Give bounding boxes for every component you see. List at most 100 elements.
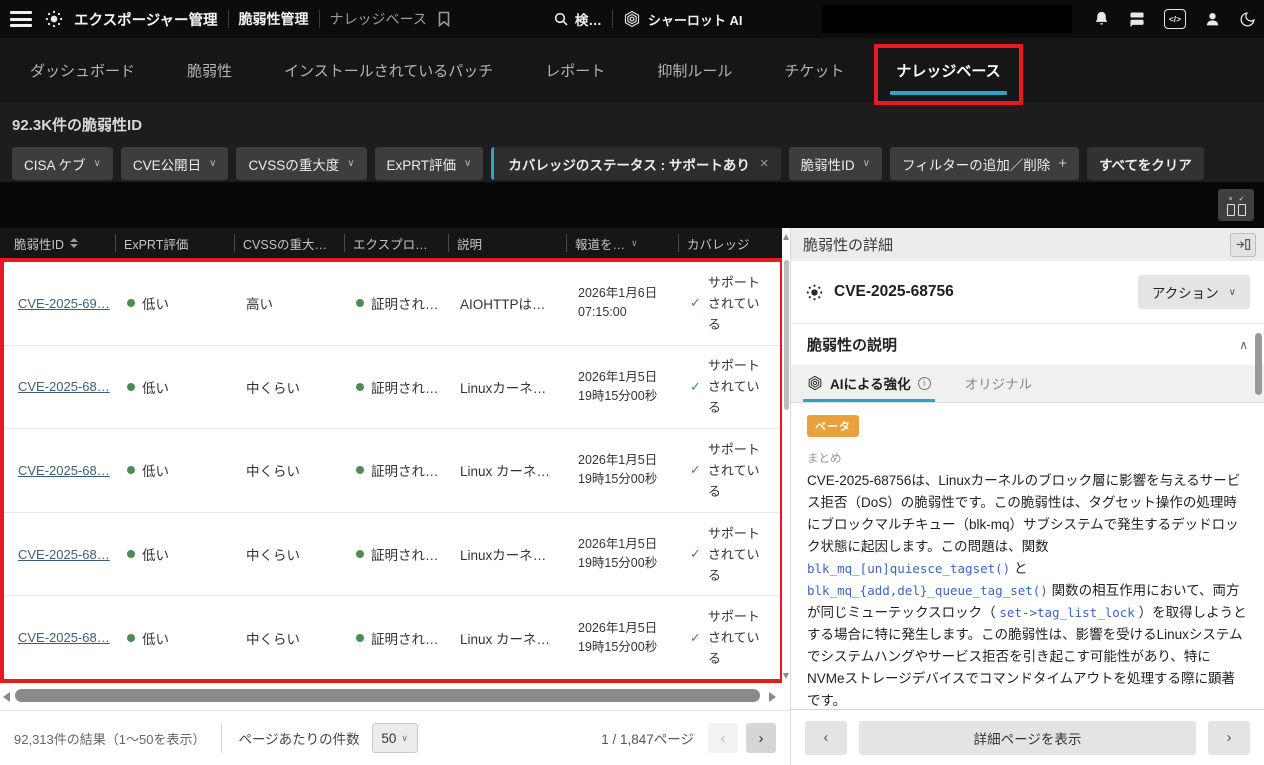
nav-vulnerability-management[interactable]: 脆弱性管理 bbox=[239, 9, 309, 29]
tab-item[interactable]: ダッシュボード bbox=[30, 60, 135, 81]
cve-link[interactable]: CVE-2025-68… bbox=[18, 630, 110, 645]
cve-id: CVE-2025-68756 bbox=[834, 283, 954, 301]
column-header-label: 説明 bbox=[457, 234, 482, 252]
table-row[interactable]: CVE-2025-68…低い中くらい証明され…Linux カーネ…2026年1月… bbox=[4, 596, 780, 679]
charlotte-ai-button[interactable]: シャーロット AI bbox=[623, 10, 743, 29]
tab-knowledge-base-active[interactable]: ナレッジベース bbox=[896, 60, 1000, 81]
table-row[interactable]: CVE-2025-69…低い高い証明され…AIOHTTPは…2026年1月6日0… bbox=[4, 262, 780, 346]
previous-page-button[interactable]: ‹ bbox=[708, 723, 738, 753]
coverage-cell: ✓サポートされている bbox=[682, 606, 780, 669]
per-page-select[interactable]: 50 ∨ bbox=[372, 723, 418, 753]
tab-ai-enhanced-label: AIによる強化 bbox=[830, 373, 911, 393]
exploit-status-value: 証明され… bbox=[371, 377, 439, 397]
filter-chip[interactable]: ExPRT評価∨ bbox=[375, 147, 484, 180]
actions-label: アクション bbox=[1152, 282, 1219, 302]
vertical-scroll-thumb[interactable] bbox=[784, 260, 789, 410]
column-header[interactable]: エクスプロ… bbox=[344, 234, 448, 252]
collapse-panel-icon[interactable] bbox=[1230, 233, 1256, 257]
cvss-severity-cell: 中くらい bbox=[238, 460, 348, 480]
filter-chip[interactable]: CISA ケブ∨ bbox=[12, 147, 113, 180]
table-row[interactable]: CVE-2025-68…低い中くらい証明され…Linuxカーネ…2026年1月5… bbox=[4, 513, 780, 597]
actions-button[interactable]: アクション ∨ bbox=[1138, 275, 1250, 309]
filter-chip[interactable]: CVE公開日∨ bbox=[121, 147, 229, 180]
status-dot-green bbox=[127, 466, 135, 474]
falcon-spotlight-icon bbox=[805, 283, 824, 302]
nav-knowledge-base[interactable]: ナレッジベース bbox=[330, 9, 427, 29]
cvss-severity-cell: 高い bbox=[238, 293, 348, 313]
filter-chip-label: ExPRT評価 bbox=[387, 154, 457, 174]
topbar-actions: </> bbox=[1093, 0, 1256, 38]
cve-link[interactable]: CVE-2025-68… bbox=[18, 379, 110, 394]
view-details-page-button[interactable]: 詳細ページを表示 bbox=[859, 721, 1196, 755]
tab-item[interactable]: 脆弱性 bbox=[187, 60, 232, 81]
description-section-title: 脆弱性の説明 bbox=[807, 334, 897, 355]
column-header[interactable]: 説明 bbox=[448, 234, 566, 252]
horizontal-scrollbar[interactable] bbox=[0, 683, 790, 710]
filter-chip[interactable]: CVSSの重大度∨ bbox=[236, 147, 366, 180]
table-row[interactable]: CVE-2025-68…低い中くらい証明され…Linux カーネ…2026年1月… bbox=[4, 429, 780, 513]
cve-link[interactable]: CVE-2025-69… bbox=[18, 296, 110, 311]
sort-icon[interactable] bbox=[70, 238, 78, 248]
column-header[interactable]: 脆弱性ID bbox=[0, 234, 115, 252]
column-settings-icon[interactable]: × ✓ bbox=[1218, 189, 1254, 221]
exprt-rating-value: 低い bbox=[142, 544, 169, 564]
scroll-left-icon[interactable] bbox=[3, 692, 10, 702]
tab-original[interactable]: オリジナル bbox=[965, 373, 1033, 402]
active-filter-label: カバレッジのステータス : サポートあり bbox=[508, 154, 750, 174]
check-icon: ✓ bbox=[690, 630, 701, 646]
clear-all-filters-button[interactable]: すべてをクリア bbox=[1087, 147, 1204, 180]
table-row[interactable]: CVE-2025-68…低い中くらい証明され…Linuxカーネ…2026年1月5… bbox=[4, 346, 780, 430]
global-search[interactable]: 検… bbox=[553, 9, 602, 29]
filter-chip-vuln-id[interactable]: 脆弱性ID∨ bbox=[789, 147, 882, 180]
coverage-value: サポートされている bbox=[708, 439, 763, 502]
exprt-rating-cell: 低い bbox=[119, 293, 238, 313]
chevron-down-icon: ∨ bbox=[401, 733, 408, 744]
cve-cell: CVE-2025-68… bbox=[4, 463, 119, 478]
tab-ai-enhanced[interactable]: AIによる強化 i bbox=[807, 373, 931, 402]
bookmark-icon[interactable] bbox=[437, 11, 451, 27]
cve-cell: CVE-2025-68… bbox=[4, 547, 119, 562]
divider bbox=[319, 10, 320, 28]
horizontal-scroll-thumb[interactable] bbox=[15, 689, 760, 702]
plus-icon: + bbox=[1058, 155, 1067, 172]
table-toolbar: × ✓ bbox=[0, 182, 1264, 228]
add-remove-filter-button[interactable]: フィルターの追加／削除 + bbox=[890, 147, 1079, 180]
previous-record-button[interactable]: ‹ bbox=[805, 721, 847, 755]
exprt-rating-cell: 低い bbox=[119, 628, 238, 648]
messages-icon[interactable] bbox=[1128, 11, 1146, 27]
next-record-button[interactable]: › bbox=[1208, 721, 1250, 755]
description-section-header[interactable]: 脆弱性の説明 ∧ bbox=[791, 323, 1264, 365]
column-header[interactable]: カバレッジ bbox=[678, 234, 784, 252]
cve-link[interactable]: CVE-2025-68… bbox=[18, 547, 110, 562]
tab-item[interactable]: チケット bbox=[784, 60, 844, 81]
scroll-down-icon[interactable] bbox=[783, 673, 789, 679]
tab-item[interactable]: レポート bbox=[545, 60, 605, 81]
next-page-button[interactable]: › bbox=[746, 723, 776, 753]
column-header[interactable]: ExPRT評価 bbox=[115, 234, 234, 252]
scroll-up-icon[interactable] bbox=[783, 234, 789, 240]
table-body-annotated: CVE-2025-69…低い高い証明され…AIOHTTPは…2026年1月6日0… bbox=[0, 258, 784, 683]
column-header[interactable]: 報道を…∨ bbox=[566, 234, 678, 252]
column-header[interactable]: CVSSの重大… bbox=[234, 234, 344, 252]
chevron-down-icon: ∨ bbox=[209, 158, 216, 169]
notifications-bell-icon[interactable] bbox=[1093, 10, 1110, 28]
chevron-up-icon[interactable]: ∧ bbox=[1239, 338, 1248, 352]
active-tab-underline bbox=[890, 91, 1006, 95]
scroll-right-icon[interactable] bbox=[769, 692, 776, 702]
info-icon[interactable]: i bbox=[918, 377, 931, 390]
menu-icon[interactable] bbox=[10, 11, 32, 27]
chevron-down-icon[interactable]: ∨ bbox=[631, 238, 638, 249]
charlotte-ai-label: シャーロット AI bbox=[648, 10, 743, 29]
active-filter-chip[interactable]: カバレッジのステータス : サポートあり × bbox=[491, 147, 780, 180]
tab-item[interactable]: 抑制ルール bbox=[657, 60, 732, 81]
cve-link[interactable]: CVE-2025-68… bbox=[18, 463, 110, 478]
exprt-rating-value: 低い bbox=[142, 628, 169, 648]
vertical-scrollbar[interactable] bbox=[782, 228, 790, 683]
tab-item[interactable]: インストールされているパッチ bbox=[284, 60, 493, 81]
add-filter-label: フィルターの追加／削除 bbox=[902, 154, 1050, 174]
detail-scroll-thumb[interactable] bbox=[1255, 333, 1262, 395]
user-profile-icon[interactable] bbox=[1204, 10, 1221, 28]
api-code-icon[interactable]: </> bbox=[1164, 9, 1186, 29]
dark-mode-moon-icon[interactable] bbox=[1239, 11, 1256, 28]
remove-filter-icon[interactable]: × bbox=[760, 155, 769, 172]
